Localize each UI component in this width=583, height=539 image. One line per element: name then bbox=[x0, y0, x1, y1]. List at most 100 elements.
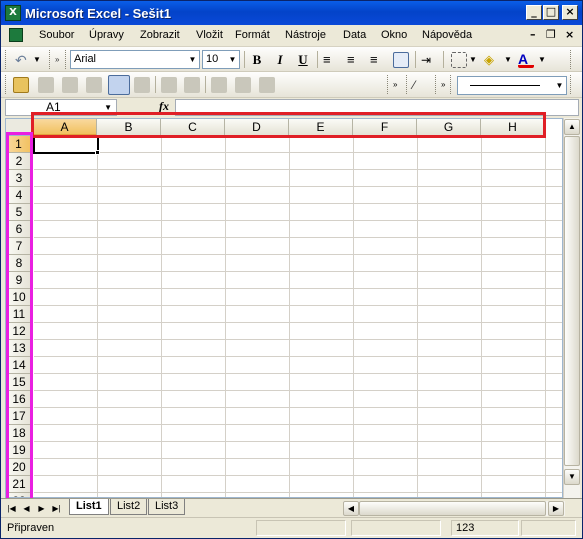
scroll-down-button[interactable]: ▼ bbox=[564, 469, 580, 485]
line-sample bbox=[470, 85, 540, 86]
toolbar-options-icon[interactable]: » bbox=[55, 52, 71, 68]
share-icon[interactable] bbox=[235, 77, 251, 93]
menu-napoveda[interactable]: Nápověda bbox=[422, 29, 472, 41]
fill-color-dropdown-icon[interactable]: ▼ bbox=[504, 52, 512, 68]
fill-color-icon[interactable]: ◈ bbox=[484, 52, 500, 68]
line-style-icon[interactable]: ⁄ bbox=[413, 77, 429, 93]
align-center-icon[interactable]: ≡ bbox=[347, 52, 363, 68]
excel-icon[interactable]: X bbox=[5, 5, 21, 21]
delete-comment-icon[interactable] bbox=[134, 77, 150, 93]
horizontal-scroll-thumb[interactable] bbox=[359, 501, 546, 516]
borders-dropdown-icon[interactable]: ▼ bbox=[469, 52, 477, 68]
toolbar-grip[interactable] bbox=[406, 75, 409, 94]
doc-minimize-icon[interactable]: – bbox=[530, 28, 536, 41]
merge-center-icon[interactable] bbox=[393, 52, 409, 68]
document-icon[interactable] bbox=[9, 28, 23, 42]
toolbar-options-icon[interactable]: » bbox=[441, 77, 457, 93]
menu-data[interactable]: Data bbox=[343, 29, 366, 41]
doc-close-icon[interactable]: × bbox=[565, 28, 574, 41]
menu-upravy[interactable]: Úpravy bbox=[89, 29, 124, 41]
scroll-up-button[interactable]: ▲ bbox=[564, 119, 580, 135]
chevron-down-icon: ▼ bbox=[555, 81, 564, 90]
chevron-down-icon: ▼ bbox=[188, 55, 197, 64]
toolbar-grip[interactable] bbox=[450, 75, 453, 94]
scroll-left-button[interactable]: ◀ bbox=[343, 501, 359, 516]
vertical-scrollbar[interactable]: ▲ ▼ bbox=[563, 118, 580, 498]
note-icon[interactable] bbox=[86, 77, 102, 93]
protect-icon[interactable] bbox=[211, 77, 227, 93]
maximize-button[interactable]: □ bbox=[543, 5, 559, 20]
scroll-right-button[interactable]: ▶ bbox=[548, 501, 564, 516]
italic-button[interactable]: I bbox=[271, 51, 289, 68]
title-bar[interactable]: X Microsoft Excel - Sešit1 _ □ × bbox=[1, 1, 582, 25]
toolbar-grip[interactable] bbox=[570, 75, 573, 94]
last-sheet-icon[interactable]: ▶| bbox=[51, 502, 62, 515]
toolbar-grip[interactable] bbox=[5, 75, 8, 94]
print-preview-icon[interactable] bbox=[259, 77, 275, 93]
sheet-tab-bar: |◀ ◀ ▶ ▶| List1 List2 List3 ◀ ▶ bbox=[1, 498, 582, 517]
close-icon: × bbox=[565, 5, 575, 18]
vertical-scroll-thumb[interactable] bbox=[564, 136, 580, 466]
undo-dropdown-icon[interactable]: ▼ bbox=[33, 52, 41, 68]
toolbar-grip[interactable] bbox=[387, 75, 390, 94]
show-comments-icon[interactable] bbox=[108, 75, 130, 95]
minimize-button[interactable]: _ bbox=[526, 5, 542, 20]
toolbar-grip[interactable] bbox=[49, 50, 52, 69]
chevron-down-icon: ▼ bbox=[568, 472, 576, 481]
reply-icon[interactable] bbox=[38, 77, 54, 93]
track-changes-icon[interactable] bbox=[161, 77, 177, 93]
forward-icon[interactable] bbox=[62, 77, 78, 93]
status-panel bbox=[521, 520, 576, 536]
underline-button[interactable]: U bbox=[294, 51, 312, 68]
font-color-icon[interactable]: A bbox=[518, 52, 534, 68]
font-name-select[interactable]: Arial ▼ bbox=[70, 50, 200, 69]
separator bbox=[205, 76, 206, 93]
status-panel bbox=[351, 520, 441, 536]
borders-icon[interactable] bbox=[451, 52, 467, 68]
align-right-icon[interactable]: ≡ bbox=[370, 52, 386, 68]
align-left-icon[interactable]: ≡ bbox=[323, 52, 339, 68]
doc-restore-icon[interactable]: ❐ bbox=[546, 28, 556, 41]
menu-soubor[interactable]: Soubor bbox=[39, 29, 74, 41]
toolbar-grip[interactable] bbox=[5, 50, 8, 69]
separator bbox=[317, 51, 318, 68]
menu-vlozit[interactable]: Vložit bbox=[196, 29, 223, 41]
undo-icon[interactable]: ↶ bbox=[15, 52, 31, 68]
toolbar-grip[interactable] bbox=[435, 75, 438, 94]
toolbar-grip[interactable] bbox=[65, 50, 68, 69]
menu-bar: Soubor Úpravy Zobrazit Vložit Formát Nás… bbox=[1, 25, 582, 47]
line-style-select[interactable]: ▼ bbox=[457, 76, 567, 95]
sheet-tab-list1[interactable]: List1 bbox=[69, 499, 109, 515]
folder-icon[interactable] bbox=[13, 77, 29, 93]
menu-zobrazit[interactable]: Zobrazit bbox=[140, 29, 180, 41]
sheet-tab-list2[interactable]: List2 bbox=[110, 499, 148, 515]
status-bar: Připraven 123 bbox=[1, 517, 582, 538]
num-lock-indicator: 123 bbox=[451, 520, 519, 536]
menu-okno[interactable]: Okno bbox=[381, 29, 407, 41]
menu-nastroje[interactable]: Nástroje bbox=[285, 29, 326, 41]
next-sheet-icon[interactable]: ▶ bbox=[36, 502, 47, 515]
close-button[interactable]: × bbox=[562, 5, 578, 20]
prev-sheet-icon[interactable]: ◀ bbox=[21, 502, 32, 515]
reject-change-icon[interactable] bbox=[184, 77, 200, 93]
chevron-right-icon: ▶ bbox=[552, 504, 560, 513]
fill-handle[interactable] bbox=[95, 150, 100, 155]
font-size-value: 10 bbox=[206, 53, 219, 65]
minimize-icon: _ bbox=[531, 5, 537, 18]
toolbar-grip[interactable] bbox=[570, 50, 573, 69]
menu-format[interactable]: Formát bbox=[235, 29, 270, 41]
first-sheet-icon[interactable]: |◀ bbox=[6, 502, 17, 515]
status-panel bbox=[256, 520, 346, 536]
separator bbox=[443, 51, 444, 68]
font-color-dropdown-icon[interactable]: ▼ bbox=[538, 52, 546, 68]
worksheet: ABCDEFGH 1 2 3 4 5 6 7 8 9 10 11 12 13 14 15 16 17 18 19 20… bbox=[5, 118, 563, 498]
sheet-tab-list3[interactable]: List3 bbox=[148, 499, 186, 515]
bold-button[interactable]: B bbox=[248, 51, 266, 68]
font-size-select[interactable]: 10 ▼ bbox=[202, 50, 240, 69]
cell-grid[interactable] bbox=[34, 136, 562, 497]
horizontal-scrollbar[interactable]: ◀ ▶ bbox=[343, 501, 565, 516]
indent-icon[interactable]: ⇥ bbox=[421, 52, 437, 68]
column-headers-highlight bbox=[31, 112, 546, 138]
excel-window: X Microsoft Excel - Sešit1 _ □ × Soubor … bbox=[0, 0, 583, 539]
maximize-icon: □ bbox=[545, 5, 557, 18]
